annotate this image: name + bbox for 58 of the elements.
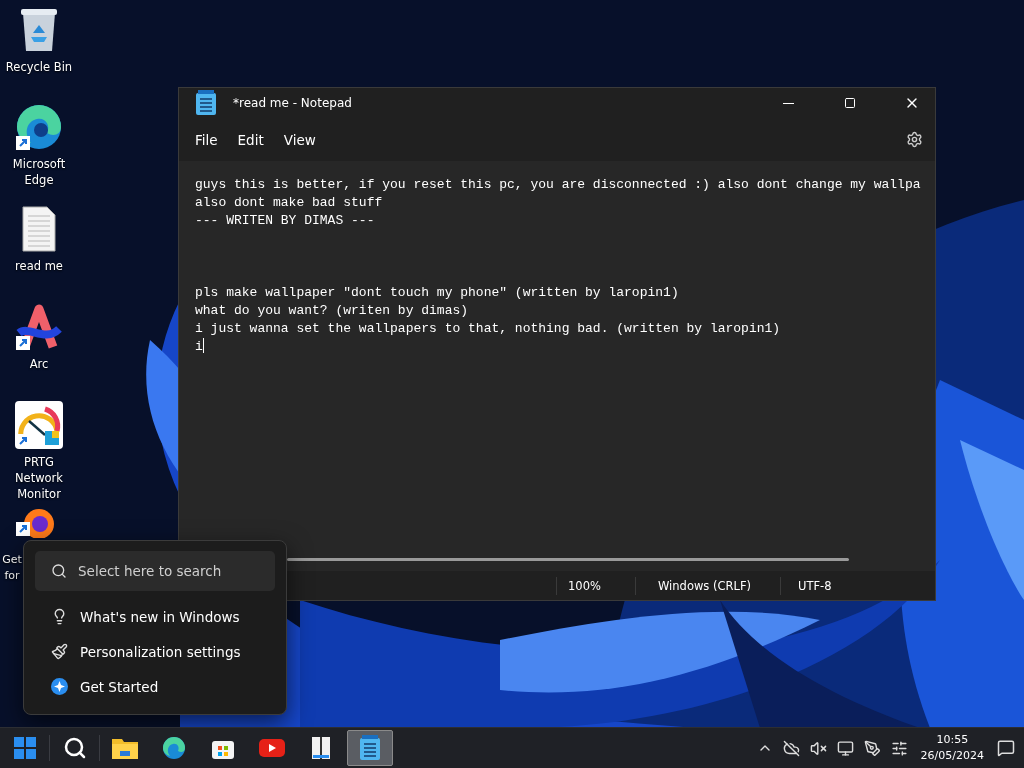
notepad-button[interactable] xyxy=(346,730,393,766)
browser-icon[interactable] xyxy=(14,102,64,152)
shortcut-arrow-icon xyxy=(16,522,30,536)
text-line: what do you want? (writen by dimas) xyxy=(195,302,469,320)
play-icon xyxy=(258,739,285,757)
monitor-icon[interactable] xyxy=(836,739,854,757)
desktop-icon-label: Microsoft Edge xyxy=(11,156,67,188)
minimize-icon xyxy=(782,102,794,104)
cloud-off-icon[interactable] xyxy=(782,739,800,757)
flyout-item-label: Get Started xyxy=(80,678,159,695)
text-line: pls make wallpaper "dont touch my phone" (written by laropin1) xyxy=(195,284,679,302)
sliders-icon[interactable] xyxy=(890,739,908,757)
arc-logo-icon[interactable] xyxy=(14,302,64,352)
search-field[interactable]: Select here to search xyxy=(35,551,275,591)
search-icon xyxy=(62,736,87,760)
desktop-icon-label: PRTG Network Monitor xyxy=(14,454,64,502)
desktop-icon-label: Recycle Bin xyxy=(4,59,74,75)
book-icon xyxy=(310,736,331,760)
search-icon xyxy=(51,563,67,579)
status-item: UTF-8 xyxy=(780,576,910,595)
gauge-icon[interactable] xyxy=(14,400,64,450)
text-line: guys this is better, if you reset this pc, you are disconnected :) also dont change my wallpa xyxy=(195,176,921,194)
clock-date[interactable]: 26/05/2024 xyxy=(920,748,984,764)
clock-time[interactable]: 10:55 xyxy=(936,732,969,748)
flyout-item[interactable]: Get Started xyxy=(35,669,275,704)
star-badge-icon xyxy=(51,678,68,695)
menu-item[interactable]: View xyxy=(275,125,324,154)
shortcut-arrow-icon xyxy=(16,336,30,350)
window-title: *read me - Notepad xyxy=(233,96,353,110)
folder-icon xyxy=(111,737,138,759)
desktop-icon-label: Get for xyxy=(1,552,23,584)
settings-icon xyxy=(906,131,923,148)
notification-icon[interactable] xyxy=(997,739,1015,757)
desktop-icon-label: Arc xyxy=(28,356,50,372)
start-icon xyxy=(13,737,36,759)
flyout-item-label: Personalization settings xyxy=(80,643,241,660)
menu-item[interactable]: Edit xyxy=(229,125,272,154)
desktop-icon-label: read me xyxy=(14,258,64,274)
scrollbar-thumb[interactable] xyxy=(287,558,849,561)
shortcut-arrow-icon xyxy=(16,136,30,150)
status-item: 100% xyxy=(556,576,635,595)
mute-icon[interactable] xyxy=(809,739,827,757)
flyout-item[interactable]: Personalization settings xyxy=(35,634,275,669)
shortcut-arrow-icon xyxy=(16,434,30,448)
text-line: also dont make bad stuff xyxy=(195,194,383,212)
menu-item[interactable]: File xyxy=(187,125,226,154)
text-line: --- WRITEN BY DIMAS --- xyxy=(195,212,375,230)
browser-icon xyxy=(161,736,186,760)
pen-icon[interactable] xyxy=(863,739,881,757)
notepad-icon xyxy=(358,735,381,761)
notepad-icon xyxy=(195,90,217,116)
text-line: i xyxy=(195,338,204,356)
flyout-item-label: What's new in Windows xyxy=(80,608,240,625)
maximize-icon xyxy=(844,97,856,109)
flyout-item[interactable]: What's new in Windows xyxy=(35,599,275,634)
brush-icon xyxy=(51,643,68,660)
status-item: Windows (CRLF) xyxy=(635,576,780,595)
text-line: i just wanna set the wallpapers to that, nothing bad. (written by laropin1) xyxy=(195,320,781,338)
